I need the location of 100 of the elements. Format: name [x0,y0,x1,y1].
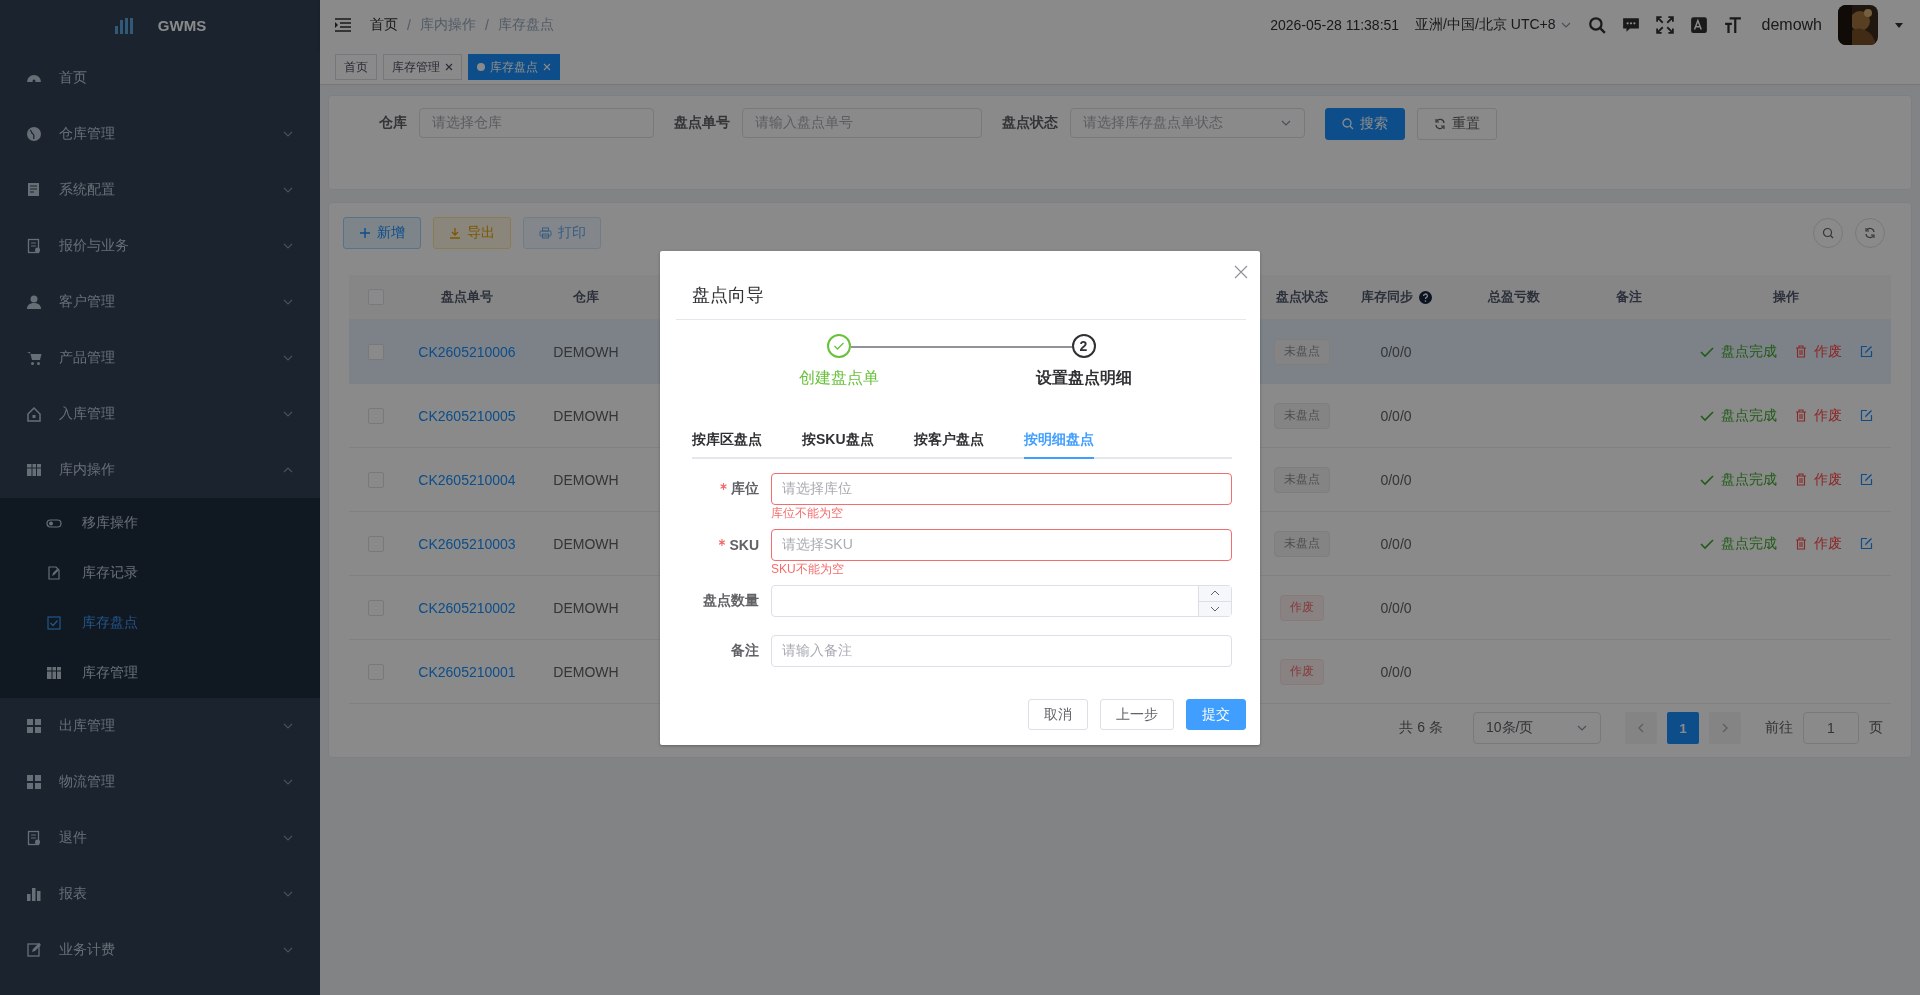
order-link[interactable]: CK2605210002 [418,599,516,616]
column-header: 总盈亏数 [1486,288,1541,306]
printer-icon [538,227,552,239]
tab[interactable]: 按客户盘点 [913,431,984,459]
text-size-icon[interactable] [1723,16,1742,34]
sidebar-item[interactable]: 产品管理 [0,330,320,386]
input-field[interactable]: 请输入备注 [771,635,1232,667]
user-icon [26,294,42,310]
chevron-right-icon [1721,723,1729,733]
dialog-button[interactable]: 取消 [1028,699,1088,730]
sidebar-item[interactable]: 库内操作 [0,442,320,498]
reset-button[interactable]: 重置 [1417,108,1497,140]
sidebar-item[interactable]: 物流管理 [0,754,320,810]
void-link[interactable]: 作废 [1794,534,1842,553]
help-icon [1418,290,1432,304]
dialog-button[interactable]: 上一步 [1100,699,1174,730]
edit-icon [26,942,42,958]
column-header: 盘点状态 [1275,288,1329,306]
edit-icon[interactable] [1859,409,1873,422]
datetime: 2026-05-28 11:38:51 [1270,17,1400,33]
field-label: SKU [718,537,759,553]
select-field[interactable]: 请选择SKU [771,529,1232,561]
edit-icon[interactable] [1859,345,1873,358]
timezone-select[interactable]: 亚洲/中国/北京 UTC+8 [1415,16,1572,34]
complete-link[interactable]: 盘点完成 [1699,342,1777,361]
table-cell-text: 0/0/0 [1379,599,1413,616]
trash-icon [1794,409,1807,422]
page-tab[interactable]: 库存管理 [383,54,462,80]
grid-icon [26,718,42,734]
sidebar-subitem[interactable]: 库存管理 [0,648,320,698]
sidebar-subitem[interactable]: 库存记录 [0,548,320,598]
sidebar-item[interactable]: 出库管理 [0,698,320,754]
table-cell-text: DEMOWH [552,407,620,424]
sidebar-item[interactable]: 客户管理 [0,274,320,330]
page-size-select[interactable]: 10条/页 [1473,712,1601,744]
edit-icon[interactable] [1859,537,1873,550]
page-input[interactable]: 1 [1803,712,1859,744]
table-cell-text: DEMOWH [552,663,620,680]
search-icon [1342,118,1354,130]
order-link[interactable]: CK2605210003 [418,535,516,552]
status-tag: 作废 [1280,658,1324,685]
order-link[interactable]: CK2605210001 [418,663,516,680]
sidebar-item[interactable]: 报价与业务 [0,218,320,274]
plus-icon [359,227,371,239]
sidebar-item[interactable]: 业务计费 [0,922,320,978]
sidebar-item[interactable]: 首页 [0,50,320,106]
table-cell-text: DEMOWH [552,599,620,616]
search-icon[interactable] [1587,16,1606,34]
breadcrumb-separator: / [407,17,411,33]
check-icon [1699,409,1714,422]
sidebar-subitem[interactable]: 移库操作 [0,498,320,548]
sidebar-item[interactable]: 仓库管理 [0,106,320,162]
order-link[interactable]: CK2605210005 [418,407,516,424]
filter-label: 仓库 [379,114,407,132]
sidebar-item[interactable]: 退件 [0,810,320,866]
menu-icon[interactable] [334,17,352,33]
page-button[interactable]: 1 [1667,712,1699,744]
next-page-button[interactable] [1709,712,1741,744]
page-tab[interactable]: 库存盘点 [468,54,560,80]
submit-button[interactable]: 提交 [1186,699,1246,730]
void-link[interactable]: 作废 [1794,406,1842,425]
dialog-title: 盘点向导 [676,251,1246,320]
chat-icon[interactable] [1621,16,1640,34]
tab[interactable]: 按SKU盘点 [802,431,874,459]
active-dot-icon [477,63,485,71]
sidebar-subitem[interactable]: 库存盘点 [0,598,320,648]
fullscreen-icon[interactable] [1655,16,1674,34]
close-button[interactable] [1234,265,1248,279]
complete-link[interactable]: 盘点完成 [1699,534,1777,553]
table-cell-text: DEMOWH [552,535,620,552]
search-toggle-button[interactable] [1813,218,1843,248]
caret-down-icon[interactable] [1894,20,1904,30]
tab[interactable]: 按明细盘点 [1023,431,1094,459]
table-cell-text: DEMOWH [552,343,620,360]
sidebar-item[interactable]: 入库管理 [0,386,320,442]
complete-link[interactable]: 盘点完成 [1699,406,1777,425]
order-link[interactable]: CK2605210006 [418,343,516,360]
sidebar-item[interactable]: 系统配置 [0,162,320,218]
breadcrumb-item[interactable]: 首页 [370,16,398,34]
edit-icon[interactable] [1859,473,1873,486]
void-link[interactable]: 作废 [1794,342,1842,361]
add-button[interactable]: 新增 [343,217,421,249]
page-unit: 页 [1869,719,1883,737]
close-icon[interactable] [445,63,453,71]
refresh-icon [1434,118,1446,130]
select-field[interactable]: 请选择库位 [771,473,1232,505]
column-header: 库存同步 [1360,288,1413,306]
grid-icon [26,774,42,790]
void-link[interactable]: 作废 [1794,470,1842,489]
user-name[interactable]: demowh [1761,16,1822,34]
page-tab[interactable]: 首页 [335,54,377,80]
sidebar-item[interactable]: 报表 [0,866,320,922]
search-button[interactable]: 搜索 [1325,108,1405,140]
tab[interactable]: 按库区盘点 [692,431,762,459]
refresh-button[interactable] [1855,218,1885,248]
table-cell-text: 0/0/0 [1379,407,1413,424]
order-link[interactable]: CK2605210004 [418,471,516,488]
export-button[interactable]: 导出 [433,217,511,249]
complete-link[interactable]: 盘点完成 [1699,470,1777,489]
translate-icon[interactable] [1689,16,1708,34]
